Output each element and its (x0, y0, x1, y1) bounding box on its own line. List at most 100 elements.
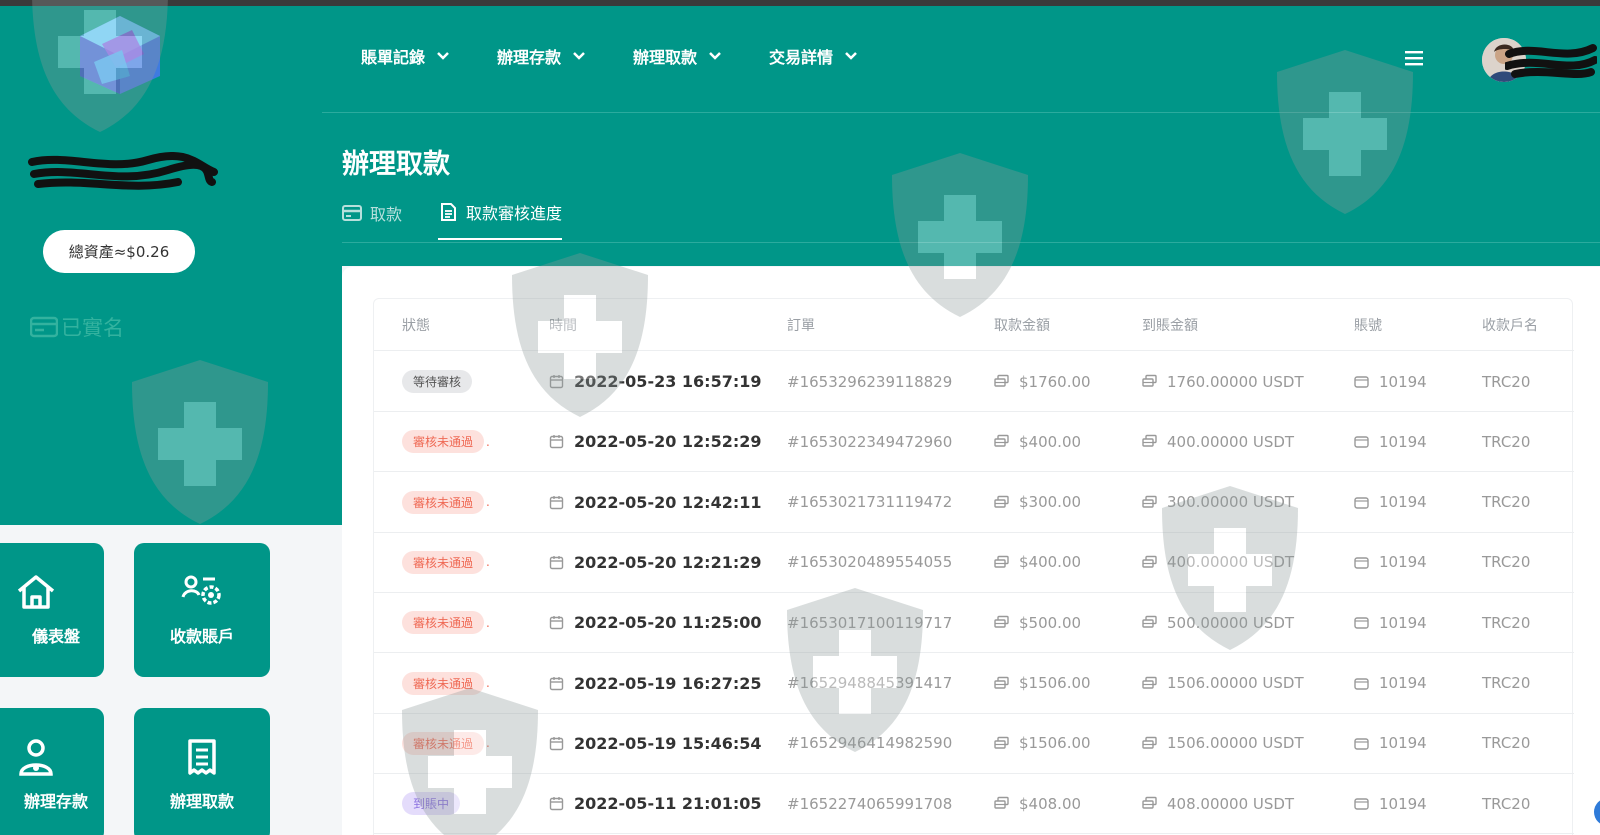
time-cell: 2022-05-19 15:46:54 (549, 713, 762, 774)
money-stack-icon (994, 676, 1009, 689)
received-amount: 400.00000 USDT (1167, 432, 1295, 451)
status-badge: 等待審核 (402, 370, 473, 393)
withdraw-amount: $300.00 (1019, 493, 1082, 512)
account-number: 10194 (1379, 674, 1427, 692)
money-stack-icon (1142, 374, 1157, 387)
table-header-row: 狀態 時間 訂單 取款金額 到賬金額 賬號 收款戶名 (374, 299, 1574, 351)
nav-label: 辦理存款 (497, 48, 562, 67)
card-icon (342, 205, 362, 221)
table-row[interactable]: 到賬中 2022-05-11 21:01:05 #1652274065991708 $… (374, 773, 1574, 835)
dashboard-tile[interactable]: 儀表盤 (0, 543, 104, 677)
payee-name: TRC20 (1482, 674, 1531, 692)
payee-name: TRC20 (1482, 553, 1531, 572)
redacted-username (28, 151, 218, 196)
total-assets-label: 總資產≈$0.26 (68, 243, 170, 261)
money-stack-icon (1142, 736, 1157, 749)
order-cell: #1653296239118829 (787, 351, 952, 412)
status-dot: . (486, 495, 490, 510)
users-gear-icon (181, 575, 221, 605)
table-row[interactable]: 審核未通過. 2022-05-20 12:52:29 #16530223494729… (374, 411, 1574, 473)
withdraw-amount: $1506.00 (1019, 674, 1091, 692)
app-logo[interactable] (72, 14, 168, 96)
order-cell: #1653020489554055 (787, 532, 952, 593)
calendar-icon (549, 375, 564, 389)
withdraw-amount-cell: $500.00 (994, 592, 1081, 653)
money-stack-icon (994, 615, 1009, 628)
account-cell: 10194 (1354, 351, 1427, 412)
account-cell: 10194 (1354, 773, 1427, 834)
redacted-account-name (1503, 40, 1599, 82)
column-header-received-amount: 到賬金額 (1142, 318, 1198, 334)
user-deposit-icon (19, 739, 53, 776)
deposit-tile[interactable]: 辦理存款 (0, 708, 104, 835)
table-row[interactable]: 等待審核 2022-05-23 16:57:19 #1653296239118829… (374, 351, 1574, 412)
tile-label: 辦理存款 (23, 792, 88, 811)
table-row[interactable]: 審核未通過. 2022-05-20 11:25:00 #16530171001197… (374, 592, 1574, 654)
account-number: 10194 (1379, 794, 1427, 813)
order-number: #1653021731119472 (787, 493, 953, 512)
main-nav: 賬單記錄 辦理存款 辦理取款 交易詳情 (361, 44, 905, 68)
wallet-icon (1354, 738, 1369, 750)
account-cell: 10194 (1354, 592, 1427, 653)
calendar-icon (549, 676, 564, 690)
withdraw-records-table: 狀態 時間 訂單 取款金額 到賬金額 賬號 收款戶名 等待審核 2022-05-2… (373, 298, 1574, 835)
nav-billing-records[interactable]: 賬單記錄 (361, 44, 449, 68)
order-cell: #1653022349472960 (787, 411, 952, 472)
money-stack-icon (1142, 555, 1157, 568)
withdraw-amount-cell: $1506.00 (994, 653, 1091, 714)
status-badge: 審核未通過 (402, 490, 485, 514)
time-value: 2022-05-20 12:52:29 (574, 432, 762, 452)
received-amount: 1506.00000 USDT (1167, 674, 1304, 692)
account-cell: 10194 (1354, 653, 1427, 714)
wallet-icon (1354, 798, 1369, 810)
calendar-icon (549, 616, 564, 630)
status-badge: 審核未通過 (402, 731, 485, 755)
withdraw-amount: $500.00 (1019, 613, 1082, 632)
status-cell: 審核未通過. (402, 411, 490, 472)
calendar-icon (549, 495, 564, 509)
hamburger-menu-icon[interactable] (1405, 50, 1423, 66)
nav-deposit[interactable]: 辦理存款 (497, 44, 585, 68)
calendar-icon (549, 797, 564, 811)
payee-name: TRC20 (1482, 493, 1531, 512)
nav-withdraw[interactable]: 辦理取款 (633, 44, 721, 68)
calendar-icon (549, 736, 564, 750)
payee-accounts-tile[interactable]: 收款賬戶 (134, 543, 270, 677)
account-number: 10194 (1379, 432, 1427, 451)
table-row[interactable]: 審核未通過. 2022-05-19 16:27:25 #16529488453914… (374, 653, 1574, 714)
time-value: 2022-05-20 11:25:00 (574, 613, 762, 633)
table-row[interactable]: 審核未通過. 2022-05-20 12:42:11 #16530217311194… (374, 472, 1574, 533)
time-value: 2022-05-19 16:27:25 (574, 673, 762, 693)
tab-withdraw[interactable]: 取款 (342, 200, 402, 240)
table-row[interactable]: 審核未通過. 2022-05-19 15:46:54 #16529464149825… (374, 713, 1574, 774)
home-icon (17, 575, 55, 609)
document-list-icon (188, 739, 216, 775)
withdraw-tile[interactable]: 辦理取款 (134, 708, 270, 835)
order-cell: #1653021731119472 (787, 472, 952, 533)
time-cell: 2022-05-20 12:21:29 (549, 532, 762, 593)
time-value: 2022-05-23 16:57:19 (574, 372, 762, 391)
tab-withdraw-review-progress[interactable]: 取款審核進度 (438, 200, 563, 240)
withdraw-amount-cell: $1506.00 (994, 713, 1091, 774)
withdraw-amount-cell: $400.00 (994, 532, 1081, 593)
tabs-divider (342, 242, 1600, 243)
order-cell: #1652948845391417 (787, 653, 952, 714)
chevron-down-icon (573, 52, 585, 60)
tab-label: 取款 (370, 205, 403, 224)
column-header-account: 賬號 (1354, 318, 1382, 334)
order-cell: #1653017100119717 (787, 592, 952, 653)
header-divider (322, 112, 1600, 113)
withdraw-amount: $1760.00 (1019, 372, 1091, 391)
id-card-icon (30, 316, 58, 338)
withdraw-amount: $400.00 (1019, 553, 1082, 572)
order-number: #1653017100119717 (787, 613, 953, 632)
total-assets-pill: 總資產≈$0.26 (43, 230, 195, 273)
order-number: #1653020489554055 (787, 553, 953, 572)
status-cell: 到賬中 (402, 773, 461, 834)
received-amount-cell: 500.00000 USDT (1142, 592, 1294, 653)
nav-transaction-details[interactable]: 交易詳情 (769, 44, 857, 68)
money-stack-icon (994, 435, 1009, 447)
wallet-icon (1354, 557, 1369, 569)
account-number: 10194 (1379, 734, 1427, 753)
table-row[interactable]: 審核未通過. 2022-05-20 12:21:29 #16530204895540… (374, 532, 1574, 593)
